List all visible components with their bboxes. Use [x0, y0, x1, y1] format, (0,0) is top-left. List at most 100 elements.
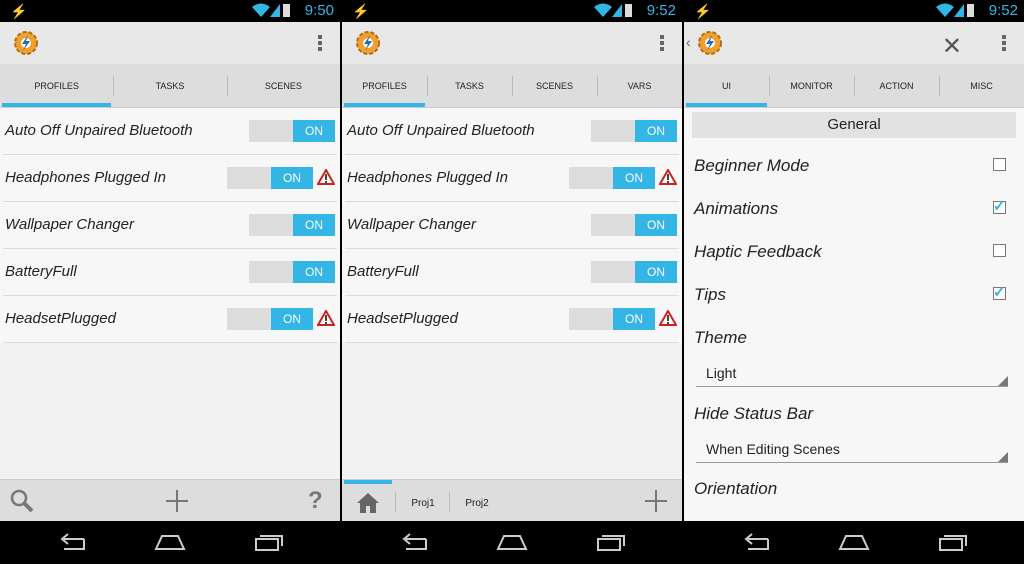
toggle-on-label: ON: [635, 261, 677, 283]
tab-scenes[interactable]: SCENES: [512, 64, 597, 107]
profile-name: Wallpaper Changer: [347, 216, 476, 233]
project-tab-proj1[interactable]: Proj1: [398, 484, 448, 522]
home-project-icon: [357, 493, 379, 513]
overflow-menu-icon[interactable]: [660, 35, 664, 53]
wifi-icon: [252, 3, 270, 17]
overflow-menu-icon[interactable]: [1002, 35, 1006, 53]
list-item[interactable]: Wallpaper Changer ON: [3, 202, 337, 249]
toggle-on-label: ON: [293, 214, 335, 236]
tab-misc[interactable]: MISC: [939, 64, 1024, 107]
tasker-app-icon[interactable]: [12, 29, 40, 57]
home-icon[interactable]: [496, 533, 528, 551]
list-item[interactable]: Auto Off Unpaired Bluetooth ON: [345, 108, 679, 155]
project-tab-proj2[interactable]: Proj2: [452, 484, 502, 522]
home-icon[interactable]: [838, 533, 870, 551]
signal-icon: [954, 4, 964, 17]
list-item[interactable]: Headphones Plugged In ON: [345, 155, 679, 202]
tasker-notification-icon: ⚡: [694, 3, 712, 19]
tab-tasks[interactable]: TASKS: [427, 64, 512, 107]
profile-toggle[interactable]: ON: [227, 167, 313, 189]
status-bar: ⚡ 9:52: [684, 0, 1024, 22]
profiles-screen: ⚡ 9:50 PROFILES TASKS SCENES Auto Off Un…: [0, 0, 340, 564]
tab-action[interactable]: ACTION: [854, 64, 939, 107]
tab-profiles[interactable]: PROFILES: [342, 64, 427, 107]
profile-toggle[interactable]: ON: [591, 214, 677, 236]
tab-vars[interactable]: VARS: [597, 64, 682, 107]
tasker-app-icon[interactable]: [696, 29, 724, 57]
profile-toggle[interactable]: ON: [227, 308, 313, 330]
profile-toggle[interactable]: ON: [569, 167, 655, 189]
list-item[interactable]: HeadsetPlugged ON: [3, 296, 337, 343]
checkmark-icon: ✓: [993, 198, 1006, 215]
battery-icon: [283, 4, 290, 17]
profile-toggle[interactable]: ON: [591, 261, 677, 283]
signal-icon: [270, 4, 280, 17]
list-item[interactable]: Headphones Plugged In ON: [3, 155, 337, 202]
add-icon[interactable]: [165, 489, 189, 513]
system-nav-bar: [342, 521, 682, 564]
tab-bar: UI MONITOR ACTION MISC: [684, 64, 1024, 108]
back-icon[interactable]: [56, 533, 86, 551]
haptic-feedback-checkbox[interactable]: [993, 244, 1006, 257]
recents-icon[interactable]: [254, 533, 284, 551]
clock: 9:52: [988, 2, 1018, 19]
back-icon[interactable]: [740, 533, 770, 551]
tasker-app-icon[interactable]: [354, 29, 382, 57]
add-project-icon[interactable]: [644, 489, 668, 513]
hide-status-bar-value: When Editing Scenes: [706, 441, 840, 457]
warning-icon[interactable]: [317, 310, 335, 326]
profile-toggle[interactable]: ON: [569, 308, 655, 330]
profile-toggle[interactable]: ON: [591, 120, 677, 142]
profile-name: BatteryFull: [5, 263, 77, 280]
help-icon[interactable]: ?: [308, 487, 323, 515]
home-icon[interactable]: [154, 533, 186, 551]
warning-icon[interactable]: [317, 169, 335, 185]
profile-toggle[interactable]: ON: [249, 214, 335, 236]
beginner-mode-checkbox[interactable]: [993, 158, 1006, 171]
overflow-menu-icon[interactable]: [318, 35, 322, 53]
divider: [449, 492, 450, 512]
system-nav-bar: [0, 521, 340, 564]
wifi-icon: [594, 3, 612, 17]
profile-name: BatteryFull: [347, 263, 419, 280]
battery-icon: [625, 4, 632, 17]
section-header: General: [692, 112, 1016, 138]
up-chevron-icon[interactable]: ‹: [686, 34, 691, 50]
list-item[interactable]: BatteryFull ON: [3, 249, 337, 296]
pref-beginner-mode-label: Beginner Mode: [694, 156, 810, 175]
animations-checkbox[interactable]: ✓: [993, 198, 1006, 215]
profile-name: Headphones Plugged In: [5, 169, 166, 186]
tab-scenes[interactable]: SCENES: [226, 64, 340, 107]
recents-icon[interactable]: [938, 533, 968, 551]
close-icon[interactable]: ✕: [942, 32, 962, 60]
pref-orientation-label: Orientation: [694, 479, 778, 498]
action-bar: [0, 22, 340, 64]
back-icon[interactable]: [398, 533, 428, 551]
tab-monitor[interactable]: MONITOR: [769, 64, 854, 107]
list-item[interactable]: BatteryFull ON: [345, 249, 679, 296]
list-item[interactable]: Wallpaper Changer ON: [345, 202, 679, 249]
list-item[interactable]: HeadsetPlugged ON: [345, 296, 679, 343]
list-item[interactable]: Auto Off Unpaired Bluetooth ON: [3, 108, 337, 155]
home-project-tab[interactable]: [342, 480, 394, 522]
toggle-on-label: ON: [271, 167, 313, 189]
recents-icon[interactable]: [596, 533, 626, 551]
tab-ui[interactable]: UI: [684, 64, 769, 107]
theme-dropdown[interactable]: Light: [696, 363, 1008, 387]
dropdown-corner-icon: [998, 452, 1008, 462]
preferences-screen: ⚡ 9:52 ‹ ✕ UI MONITOR ACTION MISC Genera…: [684, 0, 1024, 564]
profile-toggle[interactable]: ON: [249, 120, 335, 142]
tips-checkbox[interactable]: ✓: [993, 284, 1006, 301]
toggle-on-label: ON: [293, 261, 335, 283]
divider: [395, 492, 396, 512]
search-icon[interactable]: [10, 489, 34, 513]
hide-status-bar-dropdown[interactable]: When Editing Scenes: [696, 439, 1008, 463]
warning-icon[interactable]: [659, 310, 677, 326]
warning-icon[interactable]: [659, 169, 677, 185]
checkmark-icon: ✓: [993, 284, 1006, 301]
toggle-on-label: ON: [613, 167, 655, 189]
tab-tasks[interactable]: TASKS: [113, 64, 226, 107]
toggle-on-label: ON: [271, 308, 313, 330]
tab-profiles[interactable]: PROFILES: [0, 64, 113, 107]
profile-toggle[interactable]: ON: [249, 261, 335, 283]
